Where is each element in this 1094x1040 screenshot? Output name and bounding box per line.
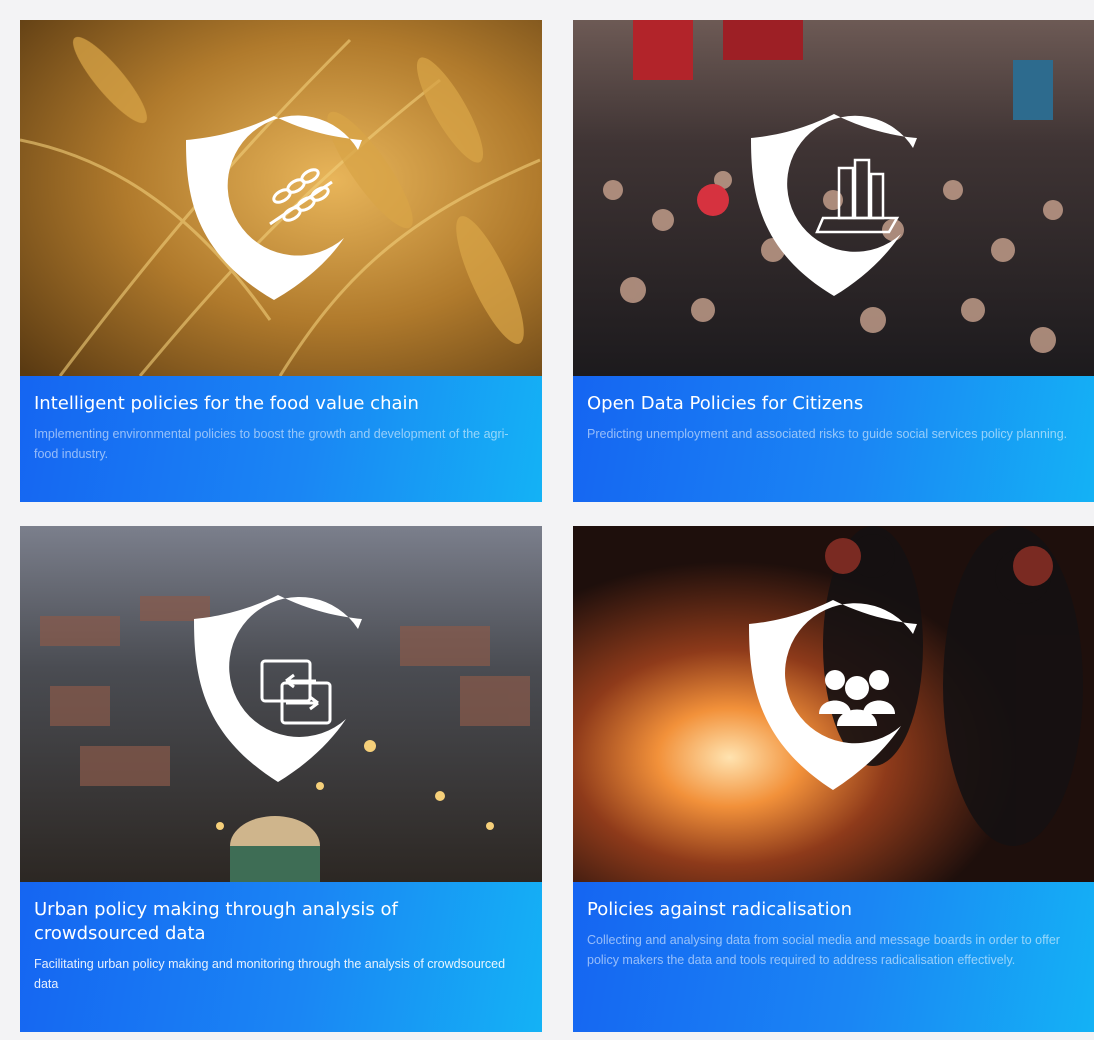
card-description: Collecting and analysing data from socia… — [587, 933, 1060, 967]
card-title[interactable]: Policies against radicalisation — [587, 898, 1081, 922]
card-description: Facilitating urban policy making and mon… — [34, 957, 506, 991]
card-title[interactable]: Open Data Policies for Citizens — [587, 392, 1081, 416]
city-buildings-icon — [815, 158, 900, 234]
policy-card-urban-crowdsourced[interactable]: Urban policy making through analysis of … — [20, 526, 542, 1032]
policy-card-food-value-chain[interactable]: Intelligent policies for the food value … — [20, 20, 542, 502]
card-caption: Policies against radicalisation Collecti… — [573, 882, 1094, 1032]
group-people-icon — [819, 670, 895, 726]
card-description: Implementing environmental policies to b… — [34, 427, 509, 461]
card-caption: Open Data Policies for Citizens Predicti… — [573, 376, 1094, 502]
crowd-street-photo — [573, 20, 1094, 376]
wheat-icon — [269, 168, 333, 226]
card-description: Predicting unemployment and associated r… — [587, 427, 1068, 441]
shield-emblem — [182, 112, 366, 304]
policy-cards-grid: Intelligent policies for the food value … — [0, 0, 1094, 1040]
card-title[interactable]: Intelligent policies for the food value … — [34, 392, 528, 416]
riot-fire-photo — [573, 526, 1094, 882]
card-title[interactable]: Urban policy making through analysis of … — [34, 898, 528, 946]
wheat-field-photo — [20, 20, 542, 376]
shield-emblem — [745, 596, 921, 794]
policy-card-radicalisation[interactable]: Policies against radicalisation Collecti… — [573, 526, 1094, 1032]
card-caption: Intelligent policies for the food value … — [20, 376, 542, 502]
shield-emblem — [747, 110, 921, 300]
card-caption: Urban policy making through analysis of … — [20, 882, 542, 1032]
policy-card-open-data[interactable]: Open Data Policies for Citizens Predicti… — [573, 20, 1094, 502]
city-aerial-night-photo — [20, 526, 542, 882]
exchange-arrows-icon — [260, 659, 332, 725]
shield-emblem — [190, 591, 366, 786]
